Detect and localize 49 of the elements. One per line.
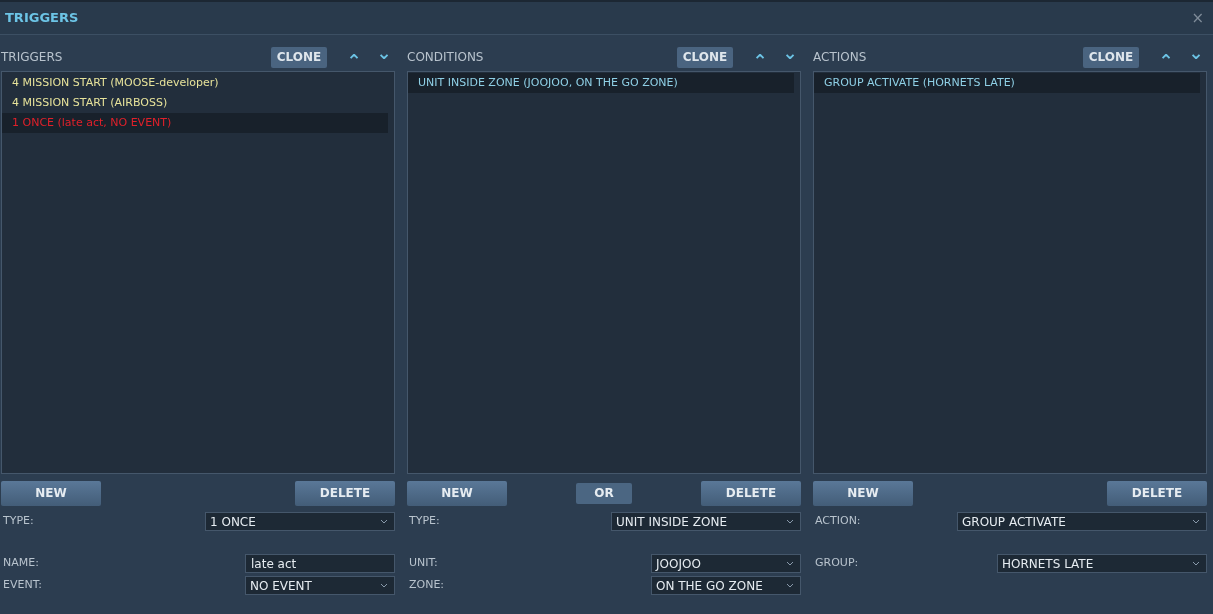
list-item[interactable]: GROUP ACTIVATE (HORNETS LATE) — [814, 73, 1200, 93]
window-title: TRIGGERS — [5, 9, 79, 28]
panel-heading: ACTIONS — [813, 49, 868, 66]
clone-button[interactable]: CLONE — [1083, 46, 1139, 68]
clone-button[interactable]: CLONE — [677, 46, 733, 68]
field-label: TYPE: — [2, 513, 34, 530]
dropdown[interactable]: 1 ONCE — [205, 512, 395, 531]
list-item[interactable]: 4 MISSION START (MOOSE-developer) — [2, 73, 388, 93]
chevron-icon — [786, 561, 794, 566]
chevron-icon — [786, 583, 794, 588]
dropdown[interactable]: NO EVENT — [245, 576, 395, 595]
chevron-icon — [1192, 519, 1200, 524]
field-label: NAME: — [2, 555, 39, 572]
dropdown[interactable]: ON THE GO ZONE — [651, 576, 801, 595]
chevron-icon — [786, 519, 794, 524]
move-down-button[interactable]: ⌄ — [779, 46, 801, 68]
panel-heading: TRIGGERS — [1, 49, 64, 66]
action-button[interactable]: NEW — [813, 480, 913, 506]
field-label: TYPE: — [408, 513, 440, 530]
move-down-button[interactable]: ⌄ — [373, 46, 395, 68]
action-button[interactable]: OR — [576, 482, 632, 504]
action-button[interactable]: NEW — [1, 480, 101, 506]
action-button[interactable]: NEW — [407, 480, 507, 506]
list-item[interactable]: 1 ONCE (late act, NO EVENT) — [2, 113, 388, 133]
move-up-button[interactable]: ⌃ — [1155, 46, 1177, 68]
dropdown[interactable]: UNIT INSIDE ZONE — [611, 512, 801, 531]
action-button[interactable]: DELETE — [1107, 480, 1207, 506]
dropdown[interactable]: HORNETS LATE — [997, 554, 1207, 573]
move-down-button[interactable]: ⌄ — [1185, 46, 1207, 68]
field-label: ACTION: — [814, 513, 861, 530]
dropdown[interactable]: JOOJOO — [651, 554, 801, 573]
panel-heading: CONDITIONS — [407, 49, 485, 66]
chevron-icon — [1192, 561, 1200, 566]
field-label: GROUP: — [814, 555, 859, 572]
dropdown[interactable]: GROUP ACTIVATE — [957, 512, 1207, 531]
field-label: ZONE: — [408, 577, 445, 594]
chevron-icon — [380, 519, 388, 524]
field-label: UNIT: — [408, 555, 438, 572]
clone-button[interactable]: CLONE — [271, 46, 327, 68]
text-field[interactable]: late act — [245, 554, 395, 573]
move-up-button[interactable]: ⌃ — [343, 46, 365, 68]
action-button[interactable]: DELETE — [295, 480, 395, 506]
list-item[interactable]: UNIT INSIDE ZONE (JOOJOO, ON THE GO ZONE) — [408, 73, 794, 93]
field-label: EVENT: — [2, 577, 42, 594]
action-button[interactable]: DELETE — [701, 480, 801, 506]
list-item[interactable]: 4 MISSION START (AIRBOSS) — [2, 93, 388, 113]
chevron-icon — [380, 583, 388, 588]
close-button[interactable]: × — [1187, 10, 1208, 26]
move-up-button[interactable]: ⌃ — [749, 46, 771, 68]
